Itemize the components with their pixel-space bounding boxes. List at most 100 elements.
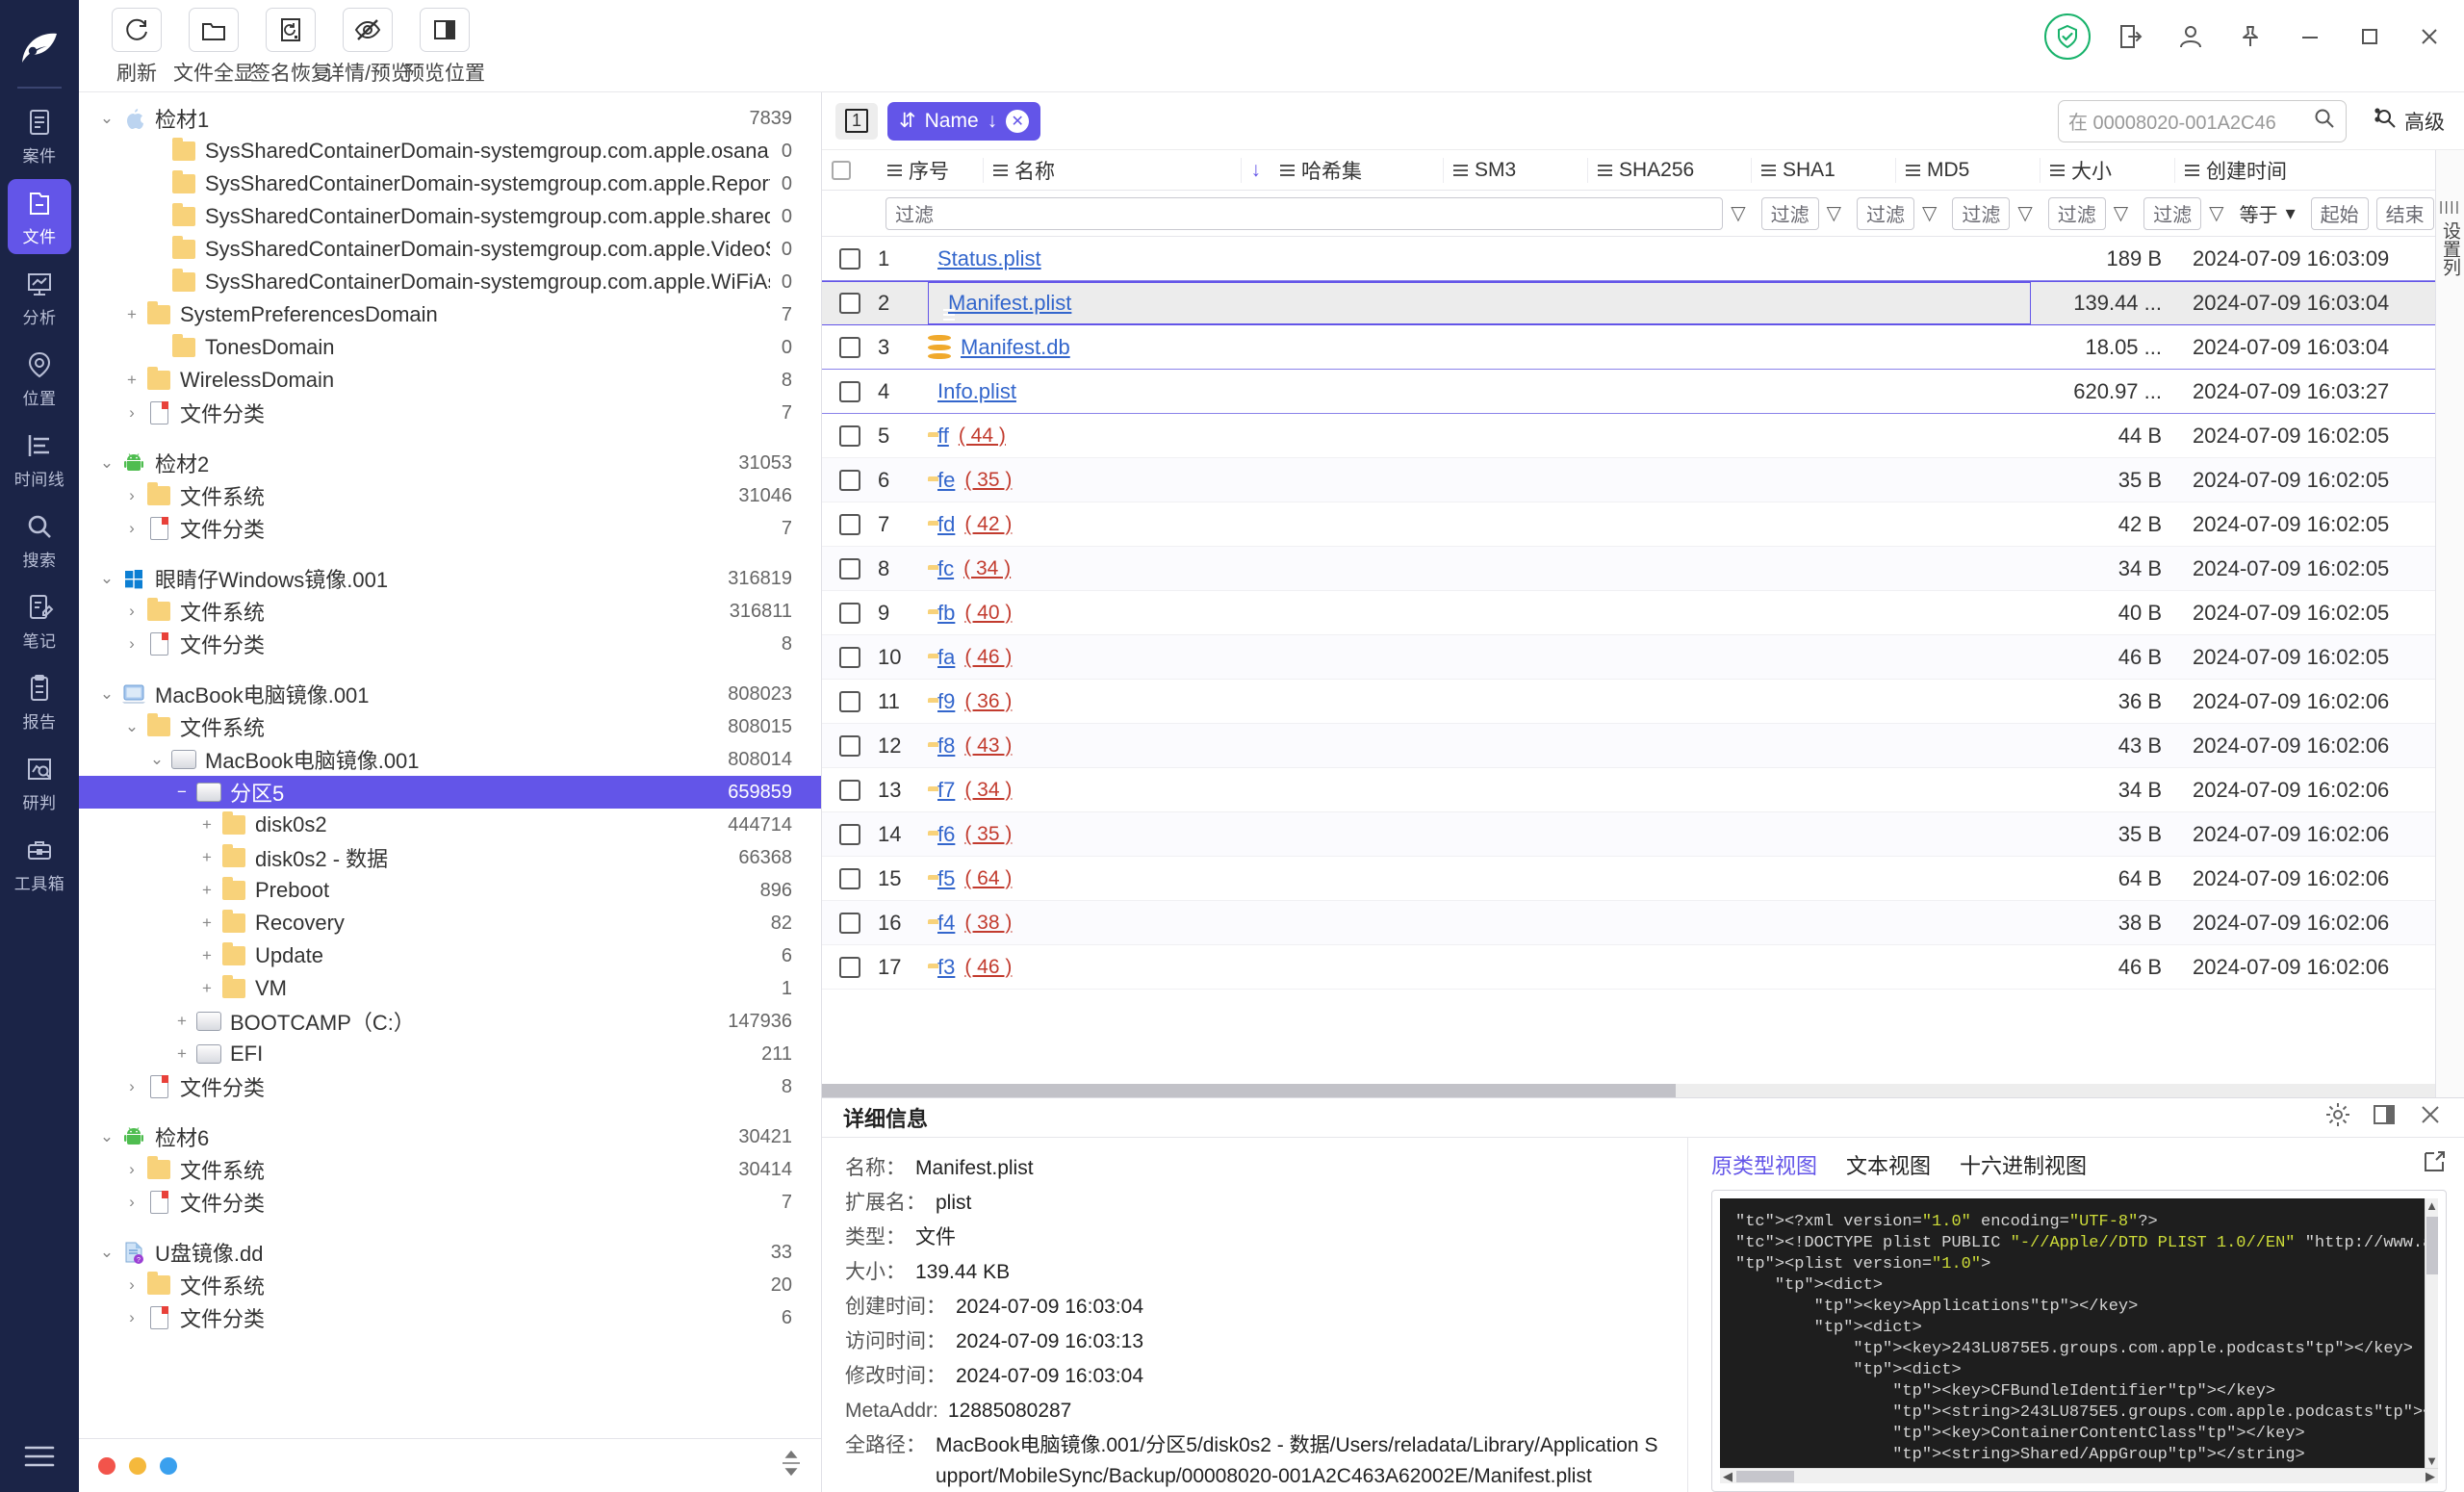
tree-toggle-plus-icon[interactable]: + [194, 913, 219, 933]
rail-item-10[interactable]: 工具箱 [8, 826, 71, 901]
column-menu-icon[interactable] [1761, 162, 1776, 179]
rail-item-9[interactable]: 研判 [8, 745, 71, 820]
column-header-8[interactable]: 大小 [2040, 157, 2175, 183]
row-checkbox[interactable] [822, 956, 878, 978]
scrollbar-thumb[interactable] [822, 1084, 1677, 1097]
size-operator-cell[interactable]: 等于 ▾ [2232, 199, 2303, 227]
toolbar-button-3[interactable]: 签名恢复 [250, 8, 331, 87]
table-row[interactable]: 7 fd ( 42 ) 42 B 2024-07-09 16:02:05 [822, 502, 2464, 547]
tree-toggle-right-icon[interactable]: › [119, 1193, 144, 1212]
tree-toggle-plus-icon[interactable]: + [194, 979, 219, 998]
tree-toggle-plus-icon[interactable]: + [169, 1044, 194, 1064]
row-name-cell[interactable]: f8 ( 43 ) [928, 733, 2031, 759]
preview-horizontal-scrollbar[interactable]: ◀ ▶ [1720, 1468, 2438, 1483]
tree-node[interactable]: TonesDomain 0 [79, 331, 821, 364]
row-name-cell[interactable]: fb ( 40 ) [928, 601, 2031, 626]
column-filter-input[interactable]: 过滤 [1952, 196, 2011, 230]
row-name-cell[interactable]: fc ( 34 ) [928, 556, 2031, 581]
column-header-6[interactable]: SHA1 [1752, 157, 1896, 183]
export-icon[interactable] [2112, 17, 2150, 56]
tree-toggle-right-icon[interactable]: › [119, 1275, 144, 1295]
table-row[interactable]: 12 f8 ( 43 ) 43 B 2024-07-09 16:02:06 [822, 724, 2464, 768]
file-name-link[interactable]: Status.plist [937, 246, 1041, 271]
file-name-link[interactable]: ff [937, 424, 949, 449]
funnel-icon[interactable]: ▽ [2209, 201, 2223, 225]
row-checkbox[interactable] [822, 823, 878, 845]
toolbar-button-2[interactable]: 文件全显 [173, 8, 254, 87]
toolbar-button-4[interactable]: 详情/预览 [324, 8, 411, 87]
tree-node[interactable]: › 文件分类 7 [79, 512, 821, 545]
tree-toggle-right-icon[interactable]: › [119, 519, 144, 538]
tree-node[interactable]: SysSharedContainerDomain-systemgroup.com… [79, 200, 821, 233]
funnel-icon[interactable]: ▽ [1922, 201, 1937, 225]
row-checkbox[interactable] [822, 513, 878, 535]
tree-toggle-right-icon[interactable]: › [119, 602, 144, 621]
tree-toggle-minus-icon[interactable]: − [169, 783, 194, 802]
column-filter-input[interactable]: 过滤 [1857, 196, 1914, 230]
shield-check-icon[interactable] [2044, 13, 2091, 60]
tree-resize-handle[interactable] [781, 1449, 802, 1483]
tree-node[interactable]: › 文件分类 6 [79, 1301, 821, 1334]
row-name-cell[interactable]: f9 ( 36 ) [928, 689, 2031, 714]
row-checkbox[interactable] [822, 779, 878, 801]
column-header-2[interactable]: 名称 [984, 157, 1242, 183]
close-details-icon[interactable] [2418, 1102, 2443, 1133]
file-name-link[interactable]: f7 [937, 778, 955, 803]
table-row[interactable]: 11 f9 ( 36 ) 36 B 2024-07-09 16:02:06 [822, 680, 2464, 724]
column-header-3[interactable]: 哈希集 [1270, 157, 1444, 183]
scroll-up-icon[interactable]: ▲ [2426, 1198, 2438, 1213]
tree-node[interactable]: − 分区5 659859 [79, 776, 821, 809]
table-row[interactable]: 2 Manifest.plist 139.44 ... 2024-07-09 16:0… [822, 281, 2464, 325]
tree-toggle-right-icon[interactable]: › [119, 486, 144, 505]
scroll-down-icon[interactable]: ▼ [2426, 1453, 2438, 1468]
file-name-link[interactable]: fc [937, 556, 954, 581]
row-checkbox[interactable] [822, 867, 878, 889]
tree-node[interactable]: ⌄ 检材6 30421 [79, 1120, 821, 1153]
row-checkbox[interactable] [822, 912, 878, 934]
table-row[interactable]: 10 fa ( 46 ) 46 B 2024-07-09 16:02:05 [822, 635, 2464, 680]
name-edit-box[interactable]: Manifest.plist [928, 282, 2031, 324]
minimize-icon[interactable] [2291, 17, 2329, 56]
tree-node[interactable]: + VM 1 [79, 972, 821, 1005]
advanced-search-button[interactable]: 高级 [2374, 106, 2445, 137]
table-row[interactable]: 17 f3 ( 46 ) 46 B 2024-07-09 16:02:06 [822, 945, 2464, 990]
row-checkbox[interactable] [822, 247, 878, 270]
tree-node[interactable]: › 文件分类 8 [79, 628, 821, 660]
file-name-link[interactable]: f9 [937, 689, 955, 714]
row-name-cell[interactable]: f7 ( 34 ) [928, 778, 2031, 803]
rail-item-5[interactable]: 时间线 [8, 422, 71, 497]
row-name-cell[interactable]: Manifest.db [928, 335, 2031, 360]
tree-node[interactable]: ⌄ MacBook电脑镜像.001 808023 [79, 678, 821, 710]
table-row[interactable]: 14 f6 ( 35 ) 35 B 2024-07-09 16:02:06 [822, 812, 2464, 857]
row-name-cell[interactable]: fd ( 42 ) [928, 512, 2031, 537]
rail-item-8[interactable]: 报告 [8, 664, 71, 739]
column-header-9[interactable]: 创建时间 [2175, 157, 2464, 183]
preview-tabs[interactable]: 原类型视图 文本视图 十六进制视图 [1711, 1149, 2447, 1180]
tree-toggle-down-icon[interactable]: ⌄ [94, 109, 119, 128]
tree-node[interactable]: + BOOTCAMP（C:） 147936 [79, 1005, 821, 1038]
toolbar-button-1[interactable]: 刷新 [100, 8, 173, 87]
tree-toggle-down-icon[interactable]: ⌄ [144, 750, 169, 769]
tree-node[interactable]: › 文件系统 20 [79, 1269, 821, 1301]
tree-node[interactable]: + Preboot 896 [79, 874, 821, 907]
panel-toggle-icon[interactable] [2372, 1102, 2397, 1133]
row-name-cell[interactable]: f6 ( 35 ) [928, 822, 2031, 847]
tree-node[interactable]: › 文件系统 31046 [79, 479, 821, 512]
tree-node[interactable]: SysSharedContainerDomain-systemgroup.com… [79, 266, 821, 298]
page-badge[interactable]: 1 [835, 102, 878, 140]
file-name-link[interactable]: f8 [937, 733, 955, 759]
row-name-cell[interactable]: Info.plist [928, 379, 2031, 404]
rail-item-7[interactable]: 笔记 [8, 583, 71, 658]
name-filter-input[interactable]: 过滤 [886, 196, 1724, 230]
rail-item-1[interactable]: 案件 [8, 98, 71, 173]
user-icon[interactable] [2171, 17, 2210, 56]
table-row[interactable]: 4 Info.plist 620.97 ... 2024-07-09 16:03:27 [822, 370, 2464, 414]
tree-toggle-plus-icon[interactable]: + [194, 848, 219, 867]
row-checkbox[interactable] [822, 424, 878, 447]
row-name-cell[interactable]: ff ( 44 ) [928, 424, 2031, 449]
search-input[interactable] [2068, 110, 2307, 132]
tree-toggle-right-icon[interactable]: › [119, 1308, 144, 1327]
close-icon[interactable] [2410, 17, 2449, 56]
row-checkbox[interactable] [822, 690, 878, 712]
column-filter-input[interactable]: 过滤 [2143, 196, 2202, 230]
